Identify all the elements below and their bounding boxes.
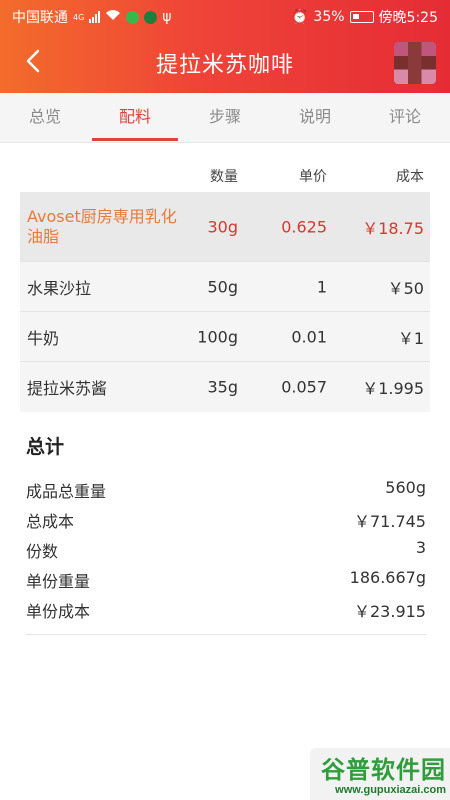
header-price: 单价 (299, 169, 327, 185)
summary-row: 成品总重量 560g (26, 478, 426, 508)
ingredient-name: 提拉米苏酱 (27, 379, 108, 398)
alarm-icon: ⏰ (290, 9, 309, 25)
usb-icon: ψ (162, 9, 172, 25)
carrier-label: 中国联通 (12, 10, 68, 26)
table-row[interactable]: Avoset厨房専用乳化油脂 30g 0.625 ￥18.75 (20, 192, 430, 262)
table-row[interactable]: 水果沙拉 50g 1 ￥50 (20, 262, 430, 312)
ingredient-price: 0.01 (291, 327, 327, 346)
check-icon (144, 10, 158, 24)
header-qty: 数量 (210, 169, 238, 185)
watermark-brand: 谷普软件园 (321, 757, 446, 784)
watermark-url: www.gupuxiazai.com (335, 784, 446, 796)
avatar[interactable] (394, 42, 436, 84)
clock: 傍晚5:25 (378, 10, 438, 26)
ingredient-price: 1 (316, 277, 327, 296)
summary-row: 份数 3 (26, 538, 426, 568)
table-row[interactable]: 牛奶 100g 0.01 ￥1 (20, 312, 430, 362)
status-bar: 中国联通 4G ψ ⏰ 35% 傍晚5:25 (0, 0, 450, 32)
network-type: 4G (73, 12, 85, 22)
ingredient-cost: ￥18.75 (362, 218, 424, 238)
tab-steps[interactable]: 步骤 (180, 93, 270, 142)
summary-value: 3 (415, 538, 426, 557)
summary-row: 总成本 ￥71.745 (26, 508, 426, 538)
header-cost: 成本 (396, 169, 424, 185)
battery-icon (349, 11, 374, 23)
ingredient-qty: 100g (197, 327, 238, 346)
tab-overview[interactable]: 总览 (0, 93, 90, 142)
summary-section: 总计 成品总重量 560g 总成本 ￥71.745 份数 3 单份重量 186.… (26, 432, 426, 635)
summary-value: ￥23.915 (354, 602, 426, 621)
ingredient-name: Avoset厨房専用乳化油脂 (27, 206, 177, 246)
table-header: 数量 单价 成本 (20, 158, 430, 190)
signal-icon (89, 11, 101, 23)
table-row[interactable]: 提拉米苏酱 35g 0.057 ￥1.995 (20, 362, 430, 412)
tab-notes[interactable]: 说明 (270, 93, 360, 142)
summary-value: 186.667g (349, 568, 426, 587)
ingredient-cost: ￥1.995 (362, 379, 424, 398)
ingredient-cost: ￥50 (387, 278, 424, 298)
ingredient-name: 牛奶 (27, 328, 60, 348)
wechat-icon (126, 10, 140, 24)
ingredient-qty: 50g (207, 277, 238, 296)
summary-title: 总计 (26, 436, 65, 458)
ingredient-cost: ￥1 (397, 328, 424, 348)
ingredient-qty: 35g (207, 377, 238, 397)
page-title: 提拉米苏咖啡 (155, 53, 294, 78)
watermark-logo: 谷普软件园 www.gupuxiazai.com (310, 748, 450, 800)
summary-label: 单份成本 (26, 602, 91, 621)
summary-label: 总成本 (26, 512, 75, 531)
summary-value: 560g (385, 478, 426, 497)
ingredient-price: 0.625 (281, 217, 327, 236)
ingredient-price: 0.057 (281, 377, 327, 397)
wifi-icon (105, 9, 121, 25)
ingredient-table: Avoset厨房専用乳化油脂 30g 0.625 ￥18.75 水果沙拉 50g… (20, 192, 430, 412)
ingredient-qty: 30g (207, 217, 238, 236)
tab-reviews[interactable]: 评论 (360, 93, 450, 142)
summary-label: 份数 (26, 542, 59, 561)
tab-bar: 总览 配料 步骤 说明 评论 (0, 93, 450, 143)
ingredient-name: 水果沙拉 (27, 278, 92, 298)
tab-ingredients[interactable]: 配料 (90, 93, 180, 142)
summary-row: 单份重量 186.667g (26, 568, 426, 598)
summary-label: 成品总重量 (26, 482, 107, 501)
battery-percent: 35% (313, 9, 345, 25)
summary-row: 单份成本 ￥23.915 (26, 598, 426, 628)
summary-label: 单份重量 (26, 572, 91, 591)
app-header: 中国联通 4G ψ ⏰ 35% 傍晚5:25 提拉米苏咖啡 (0, 0, 450, 93)
summary-value: ￥71.745 (354, 512, 426, 531)
